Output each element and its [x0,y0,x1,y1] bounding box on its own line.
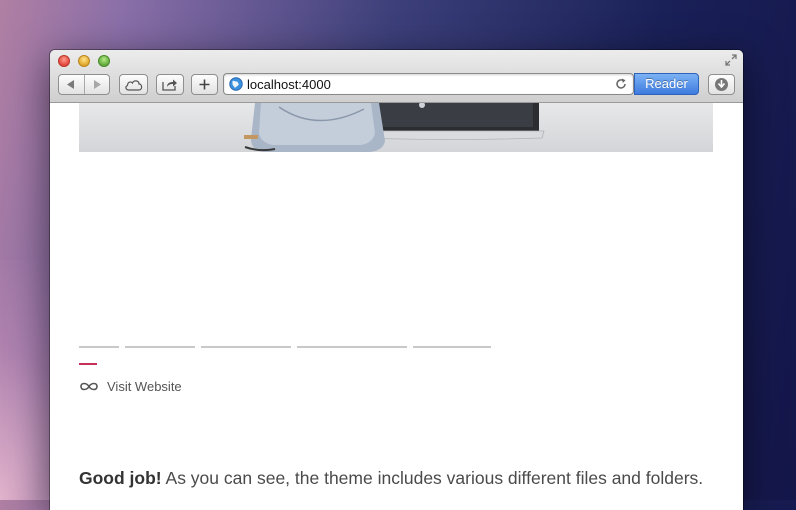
icloud-tabs-button[interactable] [119,74,148,95]
visit-website-link[interactable]: Visit Website [79,379,182,394]
downloads-button[interactable] [708,74,735,95]
backpack-laptop-illustration [244,103,545,152]
downloads-icon [715,78,728,91]
good-job-bold: Good job! [79,468,162,488]
back-icon [67,80,75,89]
share-button[interactable] [156,74,184,95]
reader-button[interactable]: Reader [634,73,699,95]
forward-icon [93,80,101,89]
add-icon [199,79,210,90]
reload-icon[interactable] [615,78,627,90]
zoom-window-button[interactable] [98,55,110,67]
forward-button[interactable] [85,75,110,94]
address-bar[interactable]: localhost:4000 [223,73,634,95]
share-icon [162,79,177,91]
good-job-paragraph: Good job! As you can see, the theme incl… [79,468,703,489]
visit-website-label[interactable]: Visit Website [107,379,182,394]
url-text[interactable]: localhost:4000 [247,77,331,92]
safari-window: localhost:4000 Reader Visit Website Good… [50,50,743,510]
accent-divider [79,363,97,365]
back-button[interactable] [59,75,85,94]
globe-icon [229,77,243,91]
good-job-text: As you can see, the theme includes vario… [161,468,704,488]
page-content: Visit Website Good job! As you can see, … [50,103,743,510]
back-forward-buttons [58,74,110,95]
link-icon [80,382,98,391]
fullscreen-icon[interactable] [725,54,737,66]
close-window-button[interactable] [58,55,70,67]
cropped-text-line [79,346,491,348]
new-tab-button[interactable] [191,74,218,95]
minimize-window-button[interactable] [78,55,90,67]
browser-toolbar: localhost:4000 Reader [50,50,743,103]
icloud-icon [124,79,142,91]
hero-image [79,103,713,152]
